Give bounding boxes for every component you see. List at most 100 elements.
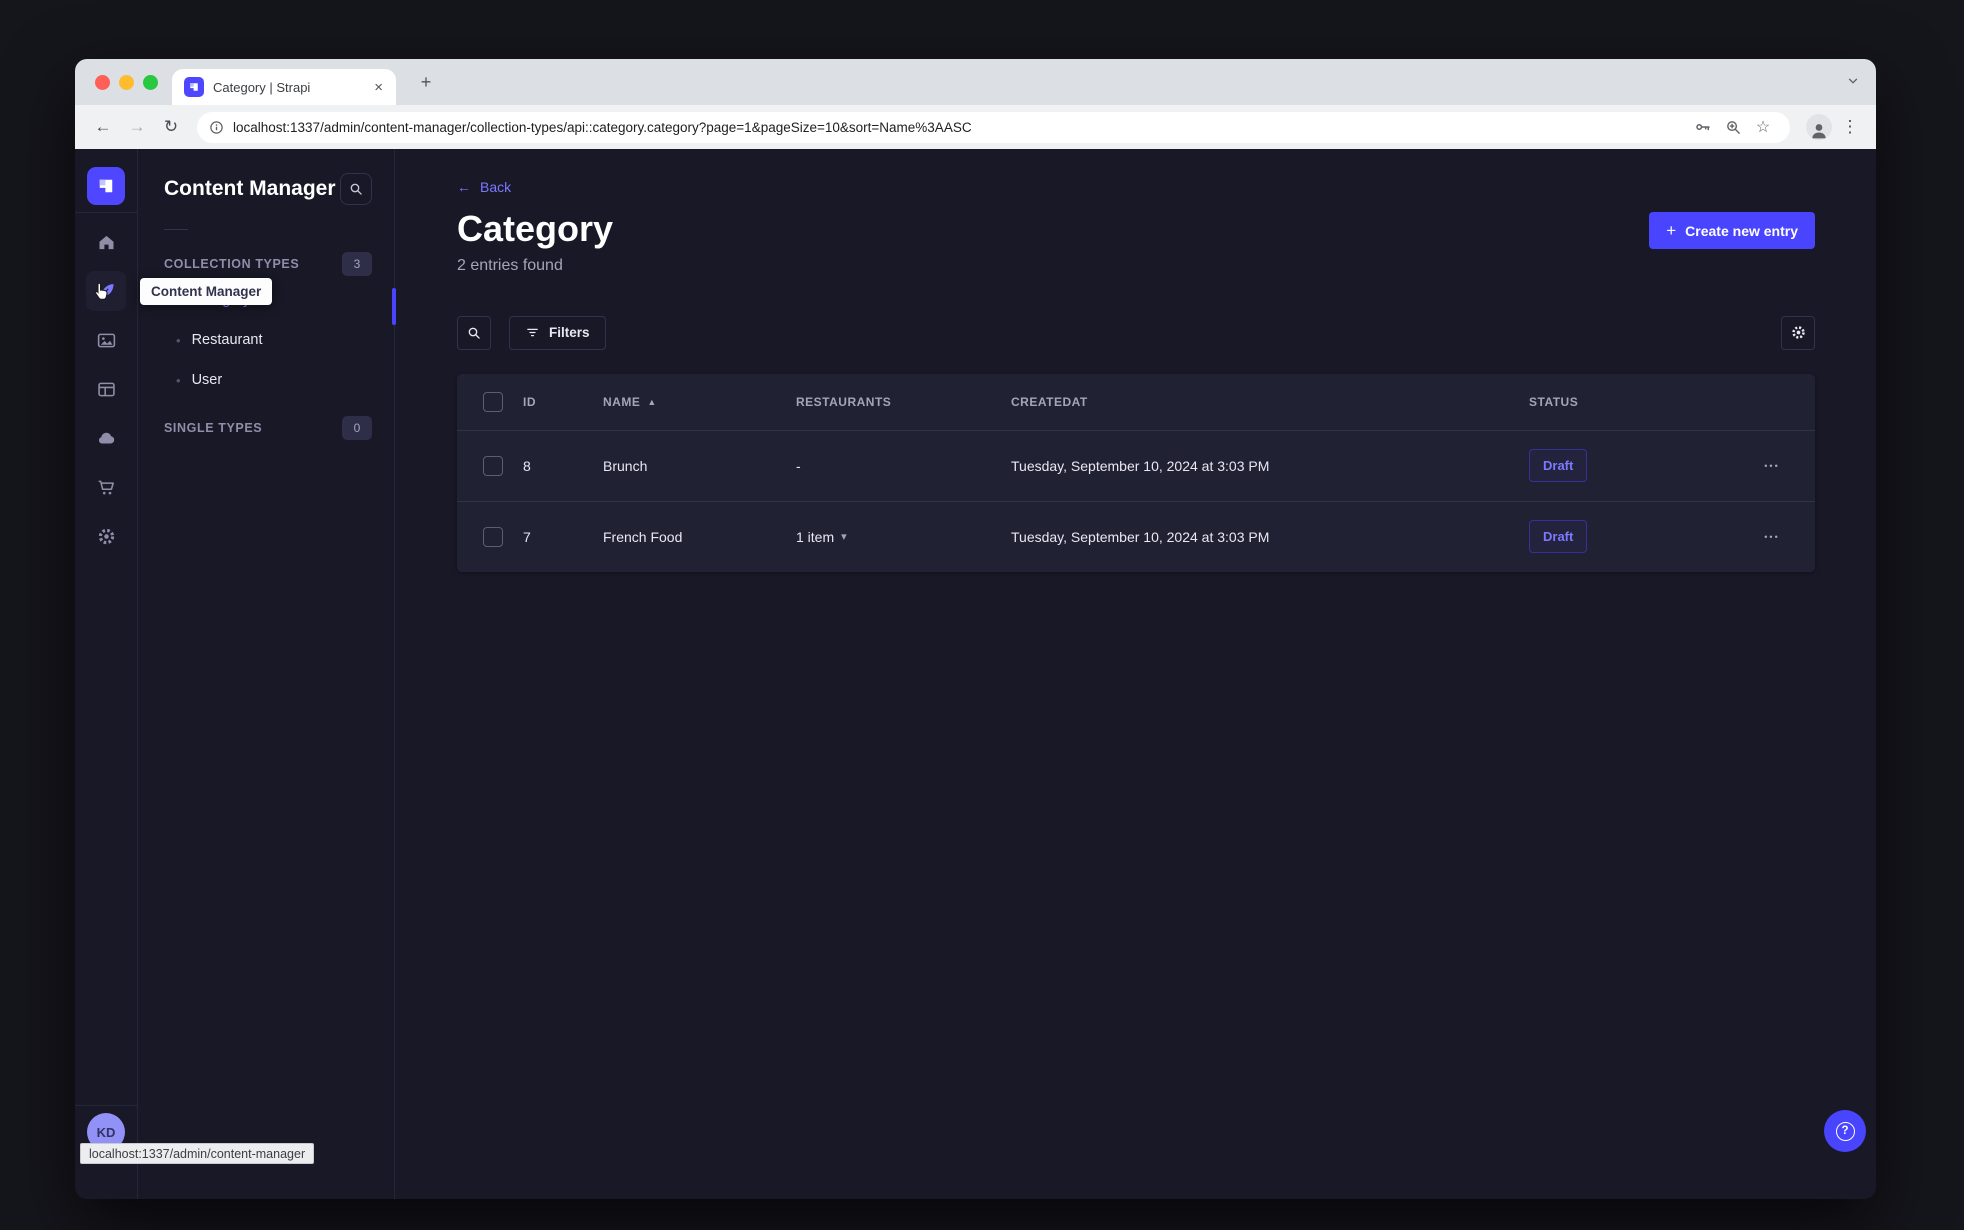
content-manager-panel: Content Manager COLLECTION TYPES 3 • Cat…	[138, 149, 396, 1199]
cloud-icon	[95, 427, 117, 449]
fullscreen-window-button[interactable]	[143, 74, 158, 90]
search-icon	[466, 325, 482, 341]
tab-close-icon[interactable]: ×	[371, 79, 386, 96]
sort-ascending-icon: ▲	[647, 396, 657, 407]
create-new-entry-label: Create new entry	[1685, 222, 1798, 239]
home-icon	[96, 232, 117, 253]
cell-restaurants[interactable]: 1 item ▾	[796, 529, 1011, 545]
plus-icon: +	[1666, 220, 1677, 240]
table-row[interactable]: 8 Brunch - Tuesday, September 10, 2024 a…	[457, 429, 1815, 501]
column-header-createdat[interactable]: CREATEDAT	[1011, 395, 1529, 409]
table-search-button[interactable]	[457, 315, 491, 350]
entries-table: ID NAME ▲ RESTAURANTS CREATEDAT STATUS 8…	[457, 373, 1815, 572]
new-tab-button[interactable]: +	[415, 71, 437, 93]
back-label: Back	[480, 179, 512, 195]
table-header-row: ID NAME ▲ RESTAURANTS CREATEDAT STATUS	[457, 374, 1815, 430]
sidebar-item-marketplace[interactable]	[86, 467, 126, 507]
gear-icon	[96, 526, 117, 547]
bullet-icon: •	[176, 372, 181, 388]
media-library-icon	[96, 330, 117, 351]
nav-item-label: User	[191, 372, 223, 388]
collection-types-label: COLLECTION TYPES	[164, 257, 300, 271]
row-checkbox[interactable]	[483, 526, 503, 547]
cell-name: French Food	[603, 528, 683, 545]
tab-title: Category | Strapi	[213, 79, 311, 95]
sidebar-item-settings[interactable]	[86, 516, 126, 556]
gear-icon	[1790, 324, 1807, 341]
zoom-icon[interactable]	[1718, 115, 1748, 139]
entries-count: 2 entries found	[457, 256, 563, 274]
table-row[interactable]: 7 French Food 1 item ▾ Tuesday, Septembe…	[457, 500, 1815, 572]
collection-types-count-badge: 3	[342, 252, 372, 276]
browser-menu-icon[interactable]: ⋮	[1838, 117, 1862, 137]
cell-createdat: Tuesday, September 10, 2024 at 3:03 PM	[1011, 457, 1270, 474]
cart-icon	[96, 477, 117, 498]
panel-title: Content Manager	[164, 177, 336, 200]
cell-id: 8	[523, 457, 531, 474]
panel-divider	[164, 229, 188, 230]
row-actions-menu[interactable]: •••	[1729, 532, 1815, 542]
back-arrow-icon: ←	[457, 179, 471, 195]
sidebar-item-deploy[interactable]	[86, 418, 126, 458]
select-all-checkbox[interactable]	[483, 391, 503, 412]
create-new-entry-button[interactable]: + Create new entry	[1649, 212, 1815, 249]
bullet-icon: •	[176, 332, 181, 348]
column-header-status[interactable]: STATUS	[1529, 395, 1729, 409]
single-types-count-badge: 0	[342, 416, 372, 440]
forward-nav-icon[interactable]: →	[123, 113, 151, 141]
browser-tabstrip: Category | Strapi × +	[75, 59, 1876, 105]
column-header-restaurants[interactable]: RESTAURANTS	[796, 395, 1011, 409]
sidebar-item-media-library[interactable]	[86, 320, 126, 360]
row-actions-menu[interactable]: •••	[1729, 461, 1815, 471]
password-manager-icon[interactable]	[1688, 115, 1718, 139]
panel-search-button[interactable]	[340, 173, 372, 205]
browser-window: Category | Strapi × + ← → ↻ localhost:13…	[75, 59, 1876, 1199]
url-bar[interactable]: localhost:1337/admin/content-manager/col…	[197, 111, 1790, 143]
status-badge: Draft	[1529, 449, 1588, 483]
back-link[interactable]: ← Back	[457, 179, 1815, 195]
status-badge: Draft	[1529, 520, 1588, 554]
browser-toolbar: ← → ↻ localhost:1337/admin/content-manag…	[75, 105, 1876, 149]
filter-icon	[525, 325, 540, 340]
strapi-app: KD Content Manager COLLECTION TYPES 3 •	[75, 149, 1876, 1199]
rail-divider	[75, 212, 137, 213]
sidebar-item-home[interactable]	[86, 222, 126, 262]
strapi-favicon-icon	[184, 77, 204, 97]
row-checkbox[interactable]	[483, 455, 503, 476]
link-status-bar: localhost:1337/admin/content-manager	[80, 1143, 315, 1164]
filters-label: Filters	[549, 325, 590, 341]
mouse-cursor	[91, 280, 113, 302]
browser-tab[interactable]: Category | Strapi ×	[172, 69, 396, 105]
single-types-label: SINGLE TYPES	[164, 421, 263, 435]
page-title: Category	[457, 208, 614, 249]
browser-profile-icon[interactable]	[1806, 114, 1832, 140]
strapi-logo[interactable]	[87, 167, 125, 205]
column-header-name[interactable]: NAME ▲	[603, 395, 796, 409]
main-content: ← Back Category 2 entries found + Create…	[395, 149, 1876, 1199]
cell-createdat: Tuesday, September 10, 2024 at 3:03 PM	[1011, 528, 1270, 545]
minimize-window-button[interactable]	[119, 74, 134, 90]
content-manager-tooltip: Content Manager	[140, 278, 273, 305]
help-button[interactable]: ?	[1824, 1110, 1866, 1152]
back-nav-icon[interactable]: ←	[89, 113, 117, 141]
reload-icon[interactable]: ↻	[157, 113, 185, 141]
sidebar-item-content-type-builder[interactable]	[86, 369, 126, 409]
view-settings-button[interactable]	[1781, 315, 1815, 350]
nav-item-user[interactable]: • User	[164, 360, 372, 400]
layout-icon	[96, 379, 117, 400]
column-header-id[interactable]: ID	[523, 395, 603, 409]
rail-bottom-divider	[75, 1105, 137, 1106]
nav-item-label: Restaurant	[191, 332, 263, 348]
close-window-button[interactable]	[95, 74, 110, 90]
filters-button[interactable]: Filters	[509, 315, 606, 350]
cell-name: Brunch	[603, 457, 648, 474]
url-text[interactable]: localhost:1337/admin/content-manager/col…	[233, 120, 1688, 135]
search-icon	[348, 181, 364, 197]
page-info-icon[interactable]	[209, 120, 224, 135]
nav-item-restaurant[interactable]: • Restaurant	[164, 320, 372, 360]
tab-search-chevron-icon[interactable]	[1846, 74, 1860, 88]
cell-id: 7	[523, 528, 531, 545]
bookmark-star-icon[interactable]: ☆	[1748, 115, 1778, 139]
help-icon: ?	[1835, 1121, 1855, 1141]
cell-restaurants: -	[796, 457, 801, 474]
